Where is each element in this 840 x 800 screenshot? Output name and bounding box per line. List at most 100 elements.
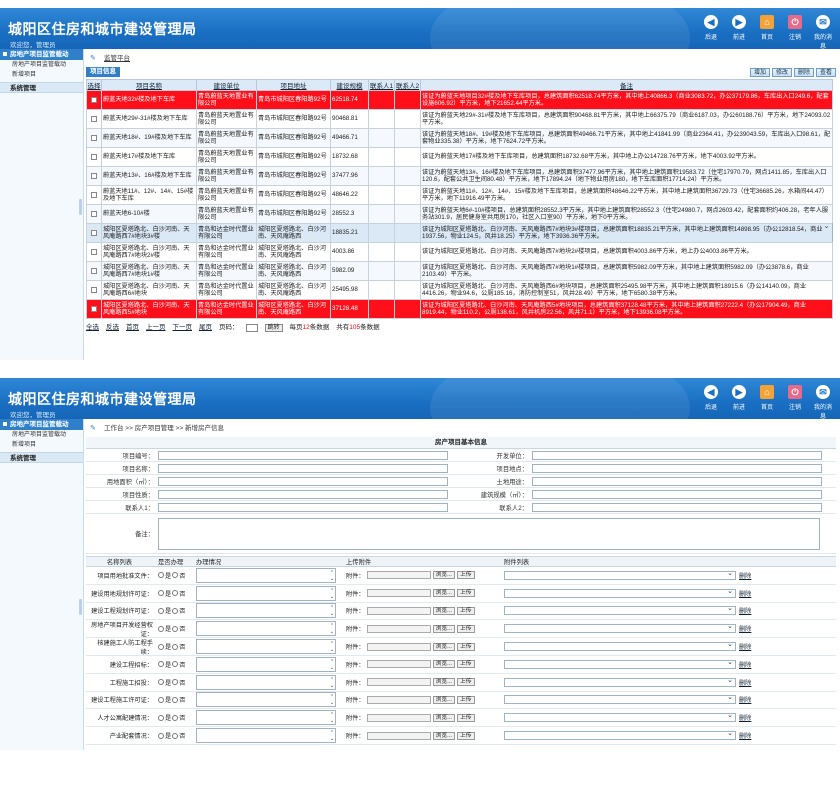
file-path-input[interactable] (366, 606, 431, 615)
invert-select-link[interactable]: 反选 (106, 322, 119, 334)
col-name[interactable]: 项目名称 (101, 79, 197, 91)
no-radio[interactable] (172, 696, 179, 703)
table-row[interactable]: 蔚蓝天地32#楼及地下车库 青岛蔚蓝天地置业有限公司 青岛市城阳区春阳路92号 625… (86, 90, 833, 110)
field-input[interactable] (158, 489, 448, 499)
home-button[interactable]: ⌂ 首页 (756, 15, 778, 49)
upload-button[interactable]: 上传 (457, 731, 475, 740)
sidebar-collapse-handle[interactable] (79, 599, 82, 615)
yes-radio[interactable] (158, 696, 164, 703)
no-radio[interactable] (172, 714, 179, 721)
attachment-select[interactable] (504, 729, 736, 741)
sidebar-group-title[interactable]: 房地产项目监管载动 (0, 49, 83, 60)
browse-button[interactable]: 浏览... (432, 731, 455, 740)
delete-attachment-link[interactable]: 删除 (739, 589, 751, 598)
col-contact2[interactable]: 联系人2 (394, 79, 421, 91)
delete-button[interactable]: 删除 (793, 67, 814, 77)
table-row[interactable]: 蔚蓝天地29#-31#楼及地下车库 青岛蔚蓝天地置业有限公司 青岛市城阳区春阳路92… (86, 109, 833, 129)
row-checkbox[interactable] (91, 305, 97, 312)
sidebar-item-new-project[interactable]: 新增项目 (0, 440, 83, 450)
browse-button[interactable]: 浏览... (432, 713, 455, 722)
field-input[interactable] (158, 476, 448, 486)
delete-attachment-link[interactable]: 删除 (739, 660, 751, 669)
remark-textarea[interactable] (158, 517, 820, 550)
delete-attachment-link[interactable]: 删除 (739, 695, 751, 704)
browse-button[interactable]: 浏览... (432, 695, 455, 704)
prev-page-link[interactable]: 上一页 (146, 322, 166, 334)
yes-radio[interactable] (158, 714, 164, 721)
process-textarea[interactable] (196, 639, 336, 655)
table-row[interactable]: 蔚蓝天地6-10#楼 青岛蔚蓝天地置业有限公司 青岛市城阳区春阳路92号 28552.… (86, 204, 833, 224)
file-path-input[interactable] (366, 731, 431, 740)
delete-attachment-link[interactable]: 删除 (739, 678, 751, 687)
table-row[interactable]: 城阳区夏塔路北、白沙河南、天风庵路西5#地块 青岛和达金时代置业有限公司 城阳区夏塔… (86, 299, 833, 319)
process-textarea[interactable] (196, 603, 336, 619)
sidebar-item-monitor[interactable]: 房地产项目监管载动 (0, 60, 83, 70)
file-path-input[interactable] (366, 624, 431, 633)
field-input[interactable] (158, 450, 448, 460)
yes-radio[interactable] (158, 643, 164, 650)
field-input[interactable] (158, 502, 448, 512)
row-checkbox[interactable] (91, 210, 97, 217)
browse-button[interactable]: 浏览... (432, 624, 455, 633)
yes-radio[interactable] (158, 572, 164, 579)
attachment-select[interactable] (504, 676, 736, 687)
file-path-input[interactable] (366, 642, 431, 651)
yes-radio[interactable] (158, 732, 164, 739)
yes-radio[interactable] (158, 625, 164, 632)
process-textarea[interactable] (196, 585, 336, 601)
select-all-link[interactable]: 全选 (86, 322, 99, 334)
yes-radio[interactable] (158, 590, 164, 597)
field-input[interactable] (532, 450, 822, 460)
forward-button[interactable]: ▶ 前进 (728, 15, 750, 49)
sidebar-item-monitor[interactable]: 房地产项目监管载动 (0, 430, 83, 440)
col-scale[interactable]: 建设规模 (330, 79, 369, 91)
delete-attachment-link[interactable]: 删除 (739, 571, 751, 580)
file-path-input[interactable] (366, 678, 431, 687)
table-row[interactable]: 蔚蓝天地18#、19#楼及地下车库 青岛蔚蓝天地置业有限公司 青岛市城阳区春阳路92… (86, 128, 833, 148)
message-button[interactable]: ✉ 我的消息 (812, 15, 834, 49)
row-checkbox[interactable] (91, 153, 97, 160)
upload-button[interactable]: 上传 (457, 606, 475, 615)
sidebar-collapse-handle[interactable] (79, 199, 82, 215)
no-radio[interactable] (172, 607, 179, 614)
field-input[interactable] (532, 489, 822, 499)
col-address[interactable]: 项目地址 (256, 79, 331, 91)
sidebar-section-system[interactable]: 系统管理 (0, 82, 83, 93)
delete-attachment-link[interactable]: 删除 (739, 731, 751, 740)
last-page-link[interactable]: 尾页 (199, 322, 212, 334)
attachment-select[interactable] (504, 658, 736, 669)
list-tab[interactable]: 项目信息 (86, 67, 120, 77)
file-path-input[interactable] (366, 571, 431, 580)
attachment-select[interactable] (504, 711, 736, 723)
upload-button[interactable]: 上传 (457, 624, 475, 633)
delete-attachment-link[interactable]: 删除 (739, 713, 751, 722)
attachment-select[interactable] (504, 622, 736, 634)
delete-attachment-link[interactable]: 删除 (739, 624, 751, 633)
file-path-input[interactable] (366, 660, 431, 669)
row-checkbox[interactable] (91, 248, 97, 255)
attachment-select[interactable] (504, 640, 736, 652)
first-page-link[interactable]: 首页 (126, 322, 139, 334)
table-row[interactable]: 蔚蓝天地17#楼及地下车库 青岛蔚蓝天地置业有限公司 青岛市城阳区春阳路92号 187… (86, 147, 833, 167)
process-textarea[interactable] (196, 567, 336, 583)
no-radio[interactable] (172, 643, 179, 650)
logout-button[interactable]: ⏻ 注销 (784, 385, 806, 419)
page-number-input[interactable] (245, 324, 258, 332)
col-unit[interactable]: 建设单位 (196, 79, 257, 91)
process-textarea[interactable] (196, 710, 336, 726)
table-row[interactable]: 蔚蓝天地11#、12#、14#、15#楼及地下车库 青岛蔚蓝天地置业有限公司 青岛市… (86, 185, 833, 205)
process-textarea[interactable] (196, 674, 336, 690)
table-row[interactable]: 城阳区夏塔路北、白沙河南、天风庵路西7#地块2#楼 青岛和达金时代置业有限公司 城阳… (86, 242, 833, 262)
browse-button[interactable]: 浏览... (432, 571, 455, 580)
logout-button[interactable]: ⏻ 注销 (784, 15, 806, 49)
process-textarea[interactable] (196, 621, 336, 637)
home-button[interactable]: ⌂ 首页 (756, 385, 778, 419)
message-button[interactable]: ✉ 我的消息 (812, 385, 834, 419)
row-checkbox[interactable] (91, 134, 97, 141)
upload-button[interactable]: 上传 (457, 713, 475, 722)
delete-attachment-link[interactable]: 删除 (739, 606, 751, 615)
table-row[interactable]: 城阳区夏塔路北、白沙河南、天风庵路西7#地块1#楼 青岛和达金时代置业有限公司 城阳… (86, 261, 833, 281)
row-checkbox[interactable] (91, 229, 97, 236)
table-row[interactable]: 城阳区夏塔路北、白沙河南、天风庵路西6#地块 青岛和达金时代置业有限公司 城阳区夏塔… (86, 280, 833, 300)
col-contact1[interactable]: 联系人1 (368, 79, 395, 91)
